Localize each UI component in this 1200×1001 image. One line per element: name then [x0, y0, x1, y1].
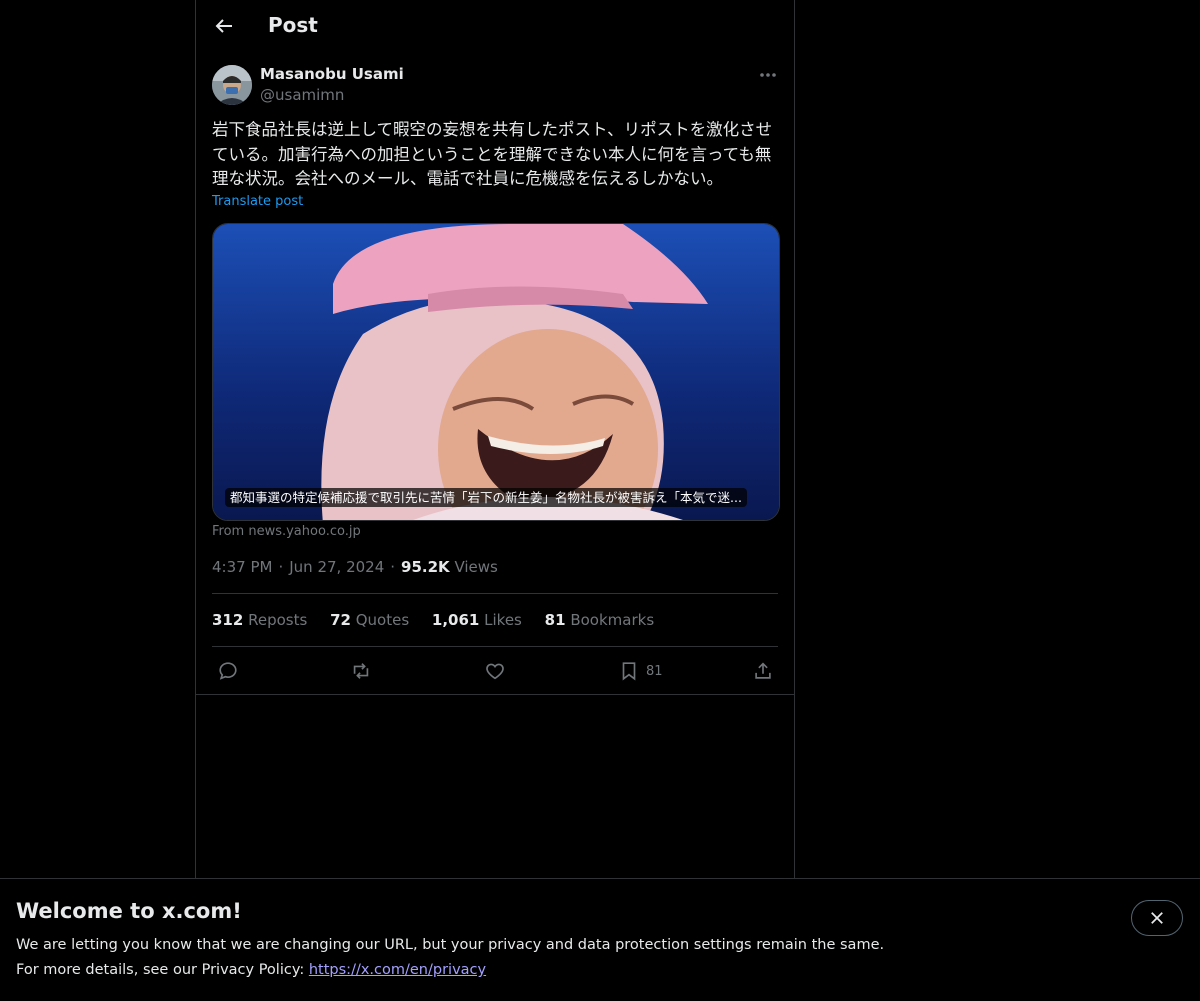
views-count: 95.2K — [401, 558, 450, 576]
views-label: Views — [454, 558, 498, 576]
card-source[interactable]: From news.yahoo.co.jp — [212, 524, 361, 539]
bookmark-count: 81 — [646, 663, 663, 679]
url-change-banner: Welcome to x.com! We are letting you kno… — [0, 878, 1200, 1001]
privacy-policy-link[interactable]: https://x.com/en/privacy — [309, 962, 486, 978]
author-handle[interactable]: @usamimn — [260, 86, 344, 104]
avatar-image — [212, 65, 252, 105]
stat-quotes[interactable]: 72 Quotes — [330, 611, 409, 629]
stat-likes[interactable]: 1,061 Likes — [432, 611, 522, 629]
reply-icon — [219, 662, 237, 680]
share-icon — [755, 662, 771, 679]
page-title: Post — [268, 13, 318, 37]
more-icon — [760, 73, 776, 77]
post-meta: 4:37 PM · Jun 27, 2024 · 95.2K Views — [212, 558, 498, 576]
banner-privacy-line: For more details, see our Privacy Policy… — [16, 962, 486, 978]
more-options-button[interactable] — [757, 66, 779, 84]
author-name[interactable]: Masanobu Usami — [260, 65, 404, 83]
post-text: 岩下食品社長は逆上して暇空の妄想を共有したポスト、リポストを激化させている。加害… — [212, 120, 773, 188]
avatar[interactable] — [212, 65, 252, 105]
post-date[interactable]: Jun 27, 2024 — [289, 558, 384, 576]
primary-column: Post Masanobu Usami @usamimn 岩下食品社長は逆上して… — [195, 0, 795, 878]
stat-reposts[interactable]: 312 Reposts — [212, 611, 307, 629]
stat-bookmarks[interactable]: 81 Bookmarks — [545, 611, 654, 629]
link-card[interactable]: 都知事選の特定候補応援で取引先に苦情「岩下の新生姜」名物社長が被害訴え「本気で迷… — [212, 223, 780, 521]
post-time[interactable]: 4:37 PM — [212, 558, 272, 576]
translate-post-link[interactable]: Translate post — [212, 194, 303, 209]
banner-privacy-prefix: For more details, see our Privacy Policy… — [16, 962, 309, 978]
reply-button[interactable] — [217, 660, 239, 682]
back-button[interactable] — [212, 14, 236, 38]
repost-button[interactable] — [350, 660, 372, 682]
banner-title: Welcome to x.com! — [16, 899, 242, 923]
bookmark-button[interactable]: 81 — [618, 660, 663, 682]
action-bar: 81 — [196, 647, 794, 695]
divider — [196, 694, 794, 695]
card-caption: 都知事選の特定候補応援で取引先に苦情「岩下の新生姜」名物社長が被害訴え「本気で迷… — [225, 488, 747, 507]
arrow-left-icon — [215, 19, 232, 33]
like-button[interactable] — [484, 660, 506, 682]
repost-icon — [353, 663, 369, 679]
top-bar: Post — [196, 0, 794, 53]
card-image — [213, 224, 779, 520]
bookmark-icon — [622, 662, 636, 681]
post-stats: 312 Reposts 72 Quotes 1,061 Likes 81 Boo… — [212, 611, 672, 629]
divider — [212, 593, 778, 594]
banner-close-button[interactable] — [1131, 900, 1183, 936]
banner-message: We are letting you know that we are chan… — [16, 937, 885, 953]
close-icon — [1151, 912, 1163, 924]
share-button[interactable] — [752, 660, 774, 682]
heart-icon — [486, 663, 504, 680]
